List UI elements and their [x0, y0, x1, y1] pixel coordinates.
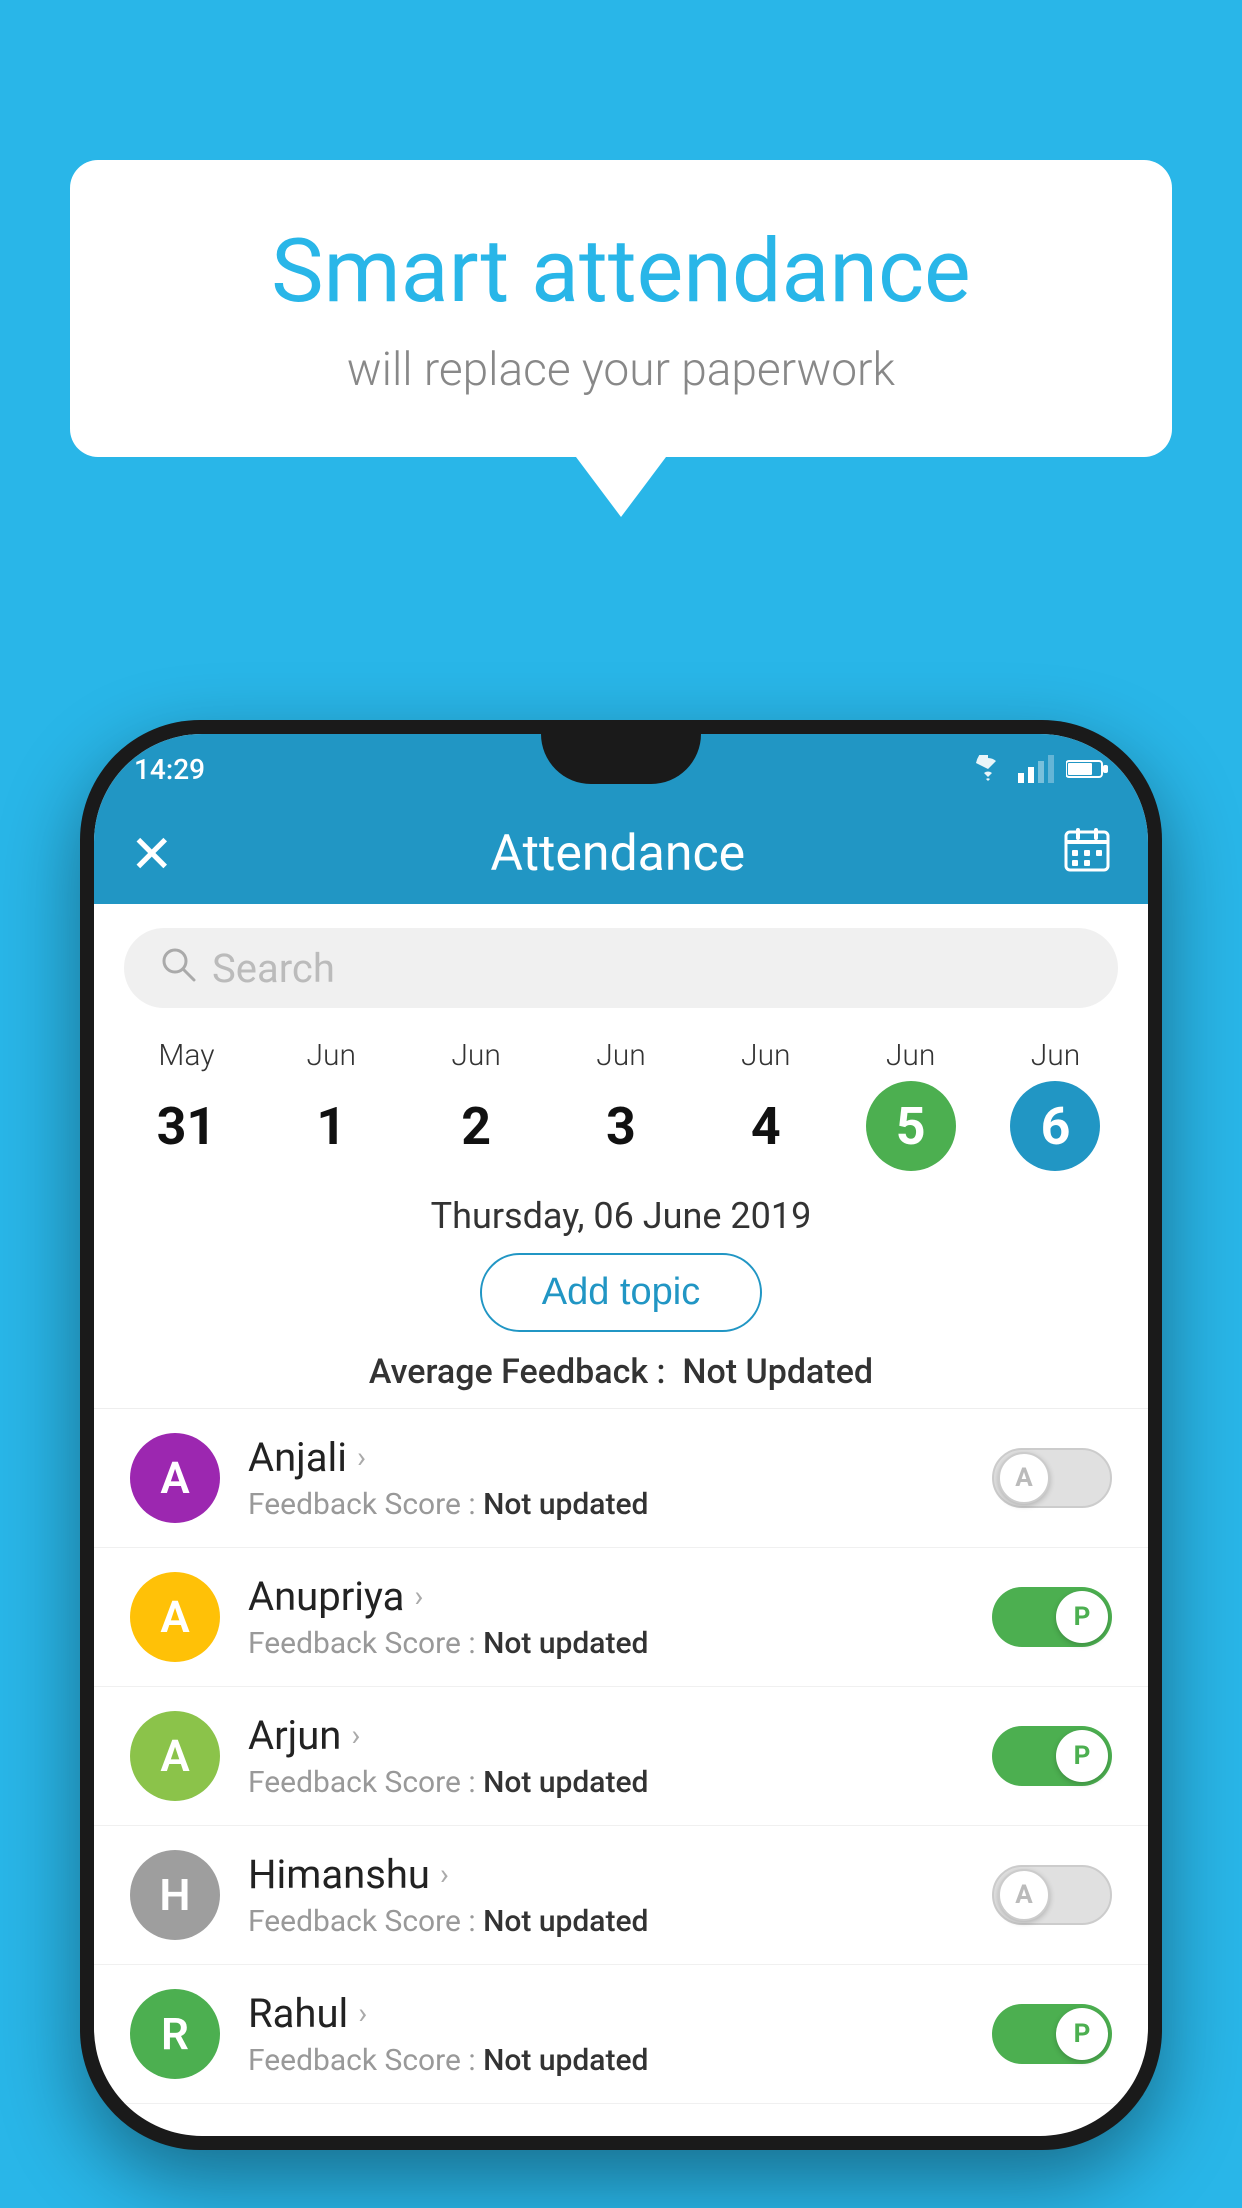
student-row: H Himanshu › Feedback Score : Not update…	[94, 1826, 1148, 1965]
average-feedback: Average Feedback : Not Updated	[94, 1352, 1148, 1392]
student-name: Arjun ›	[248, 1712, 992, 1759]
selected-date: Thursday, 06 June 2019	[94, 1171, 1148, 1253]
bubble-arrow	[576, 457, 666, 517]
calendar-icon[interactable]	[1062, 824, 1112, 885]
cal-day-0[interactable]: May 31	[141, 1038, 231, 1171]
status-icons	[970, 755, 1108, 783]
cal-day-4[interactable]: Jun 4	[721, 1038, 811, 1171]
attendance-toggle[interactable]: P	[992, 1726, 1112, 1786]
status-time: 14:29	[134, 753, 205, 786]
chevron-icon: ›	[440, 1857, 449, 1892]
student-row: A Anjali › Feedback Score : Not updated …	[94, 1409, 1148, 1548]
toggle-knob: A	[998, 1869, 1050, 1921]
student-avatar: A	[130, 1572, 220, 1662]
close-button[interactable]: ✕	[130, 824, 174, 885]
student-info: Arjun › Feedback Score : Not updated	[220, 1712, 992, 1800]
wifi-icon	[970, 755, 1006, 783]
student-info: Rahul › Feedback Score : Not updated	[220, 1990, 992, 2078]
student-avatar: H	[130, 1850, 220, 1940]
search-icon	[160, 946, 196, 991]
speech-bubble-container: Smart attendance will replace your paper…	[70, 160, 1172, 517]
cal-day-6[interactable]: Jun 6	[1010, 1038, 1100, 1171]
attendance-toggle[interactable]: P	[992, 1587, 1112, 1647]
bubble-subtitle: will replace your paperwork	[150, 343, 1092, 397]
chevron-icon: ›	[351, 1718, 360, 1753]
student-name: Himanshu ›	[248, 1851, 992, 1898]
cal-day-2[interactable]: Jun 2	[431, 1038, 521, 1171]
toggle-knob: A	[998, 1452, 1050, 1504]
calendar-row: May 31 Jun 1 Jun 2 Jun 3 Jun 4	[94, 1018, 1148, 1171]
chevron-icon: ›	[357, 1440, 366, 1475]
student-feedback: Feedback Score : Not updated	[248, 2043, 992, 2078]
student-feedback: Feedback Score : Not updated	[248, 1904, 992, 1939]
cal-day-5[interactable]: Jun 5	[866, 1038, 956, 1171]
attendance-toggle[interactable]: P	[992, 2004, 1112, 2064]
search-placeholder: Search	[212, 945, 335, 992]
toggle-knob: P	[1056, 1730, 1108, 1782]
student-row: A Arjun › Feedback Score : Not updated P	[94, 1687, 1148, 1826]
student-row: R Rahul › Feedback Score : Not updated P	[94, 1965, 1148, 2104]
student-avatar: A	[130, 1433, 220, 1523]
student-name: Anupriya ›	[248, 1573, 992, 1620]
speech-bubble: Smart attendance will replace your paper…	[70, 160, 1172, 457]
phone-container: 14:29	[80, 720, 1162, 2208]
attendance-toggle[interactable]: A	[992, 1448, 1112, 1508]
battery-icon	[1066, 758, 1108, 780]
chevron-icon: ›	[414, 1579, 423, 1614]
student-info: Himanshu › Feedback Score : Not updated	[220, 1851, 992, 1939]
student-avatar: A	[130, 1711, 220, 1801]
cal-day-3[interactable]: Jun 3	[576, 1038, 666, 1171]
chevron-icon: ›	[358, 1996, 367, 2031]
phone: 14:29	[80, 720, 1162, 2150]
students-list: A Anjali › Feedback Score : Not updated …	[94, 1409, 1148, 2104]
student-feedback: Feedback Score : Not updated	[248, 1765, 992, 1800]
toggle-knob: P	[1056, 2008, 1108, 2060]
bubble-title: Smart attendance	[150, 220, 1092, 323]
student-row: A Anupriya › Feedback Score : Not update…	[94, 1548, 1148, 1687]
student-feedback: Feedback Score : Not updated	[248, 1626, 992, 1661]
student-info: Anupriya › Feedback Score : Not updated	[220, 1573, 992, 1661]
cal-day-1[interactable]: Jun 1	[286, 1038, 376, 1171]
add-topic-button[interactable]: Add topic	[480, 1253, 762, 1332]
search-bar[interactable]: Search	[124, 928, 1118, 1008]
student-info: Anjali › Feedback Score : Not updated	[220, 1434, 992, 1522]
student-avatar: R	[130, 1989, 220, 2079]
notch	[541, 734, 701, 784]
phone-screen: 14:29	[94, 734, 1148, 2136]
attendance-toggle[interactable]: A	[992, 1865, 1112, 1925]
app-bar: ✕ Attendance	[94, 804, 1148, 904]
feedback-value: Not Updated	[682, 1352, 873, 1392]
signal-icon	[1018, 755, 1054, 783]
student-feedback: Feedback Score : Not updated	[248, 1487, 992, 1522]
app-title: Attendance	[490, 825, 745, 883]
toggle-knob: P	[1056, 1591, 1108, 1643]
student-name: Rahul ›	[248, 1990, 992, 2037]
student-name: Anjali ›	[248, 1434, 992, 1481]
